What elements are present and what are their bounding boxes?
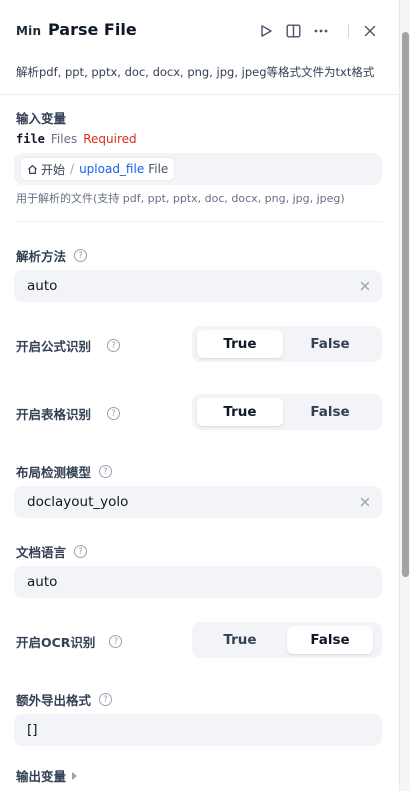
node-description[interactable]: 解析pdf, ppt, pptx, doc, docx, png, jpg, j…	[16, 64, 374, 80]
help-icon[interactable]: ?	[107, 407, 121, 420]
node-config-panel: Min Parse File 解析pdf, ppt, pptx, doc, do…	[0, 0, 400, 791]
formula-label: 开启公式识别 ?	[16, 336, 121, 355]
export-formats-label: 额外导出格式 ?	[16, 690, 113, 709]
var-type: Files	[50, 132, 78, 146]
doc-lang-label: 文档语言 ?	[16, 542, 88, 561]
panel-header: Min Parse File	[0, 0, 400, 60]
help-icon[interactable]: ?	[99, 693, 113, 706]
parse-method-label-text: 解析方法	[16, 249, 67, 264]
node-logo: Min	[16, 24, 42, 38]
output-vars-title: 输出变量	[16, 769, 67, 784]
formula-true-option[interactable]: True	[197, 330, 283, 358]
layout-model-select[interactable]: doclayout_yolo	[14, 486, 382, 518]
help-icon[interactable]: ?	[109, 635, 123, 648]
output-vars-toggle[interactable]: 输出变量	[16, 766, 78, 785]
chip-start: 开始	[27, 161, 65, 178]
parse-method-value: auto	[27, 278, 58, 294]
chip-type: File	[148, 162, 169, 176]
chip-variable: upload_file	[79, 162, 145, 176]
header-separator	[348, 24, 349, 38]
header-divider	[0, 94, 400, 95]
input-var-line: file Files Required	[16, 132, 137, 146]
ocr-true-option[interactable]: True	[197, 626, 283, 654]
required-badge: Required	[83, 132, 137, 146]
help-icon[interactable]: ?	[107, 339, 121, 352]
play-icon[interactable]	[257, 22, 275, 40]
table-true-option[interactable]: True	[197, 398, 283, 426]
file-var-selector[interactable]: 开始 / upload_file File	[14, 153, 382, 185]
caret-right-icon	[72, 771, 78, 780]
node-title[interactable]: Parse File	[48, 20, 137, 39]
clear-icon[interactable]	[358, 495, 372, 509]
chip-separator: /	[70, 162, 75, 176]
export-formats-input[interactable]: []	[14, 714, 382, 746]
ocr-toggle: True False	[192, 622, 382, 658]
split-view-icon[interactable]	[284, 22, 302, 40]
section-divider	[16, 221, 382, 222]
close-icon[interactable]	[361, 22, 379, 40]
chip-start-label: 开始	[41, 162, 66, 177]
scrollbar-thumb[interactable]	[402, 32, 409, 577]
help-icon[interactable]: ?	[99, 465, 113, 478]
ocr-label-text: 开启OCR识别	[16, 635, 96, 650]
ocr-false-option[interactable]: False	[287, 626, 373, 654]
doc-lang-label-text: 文档语言	[16, 545, 67, 560]
table-label-text: 开启表格识别	[16, 407, 92, 422]
var-name: file	[16, 132, 45, 146]
layout-model-label: 布局检测模型 ?	[16, 462, 113, 481]
layout-model-value: doclayout_yolo	[27, 494, 129, 510]
clear-icon[interactable]	[358, 279, 372, 293]
formula-toggle: True False	[192, 326, 382, 362]
export-formats-value: []	[27, 722, 38, 738]
table-label: 开启表格识别 ?	[16, 404, 121, 423]
more-icon[interactable]	[312, 22, 330, 40]
formula-label-text: 开启公式识别	[16, 339, 92, 354]
parse-method-label: 解析方法 ?	[16, 246, 88, 265]
doc-lang-value: auto	[27, 574, 58, 590]
input-vars-title: 输入变量	[16, 111, 67, 126]
formula-false-option[interactable]: False	[287, 330, 373, 358]
table-false-option[interactable]: False	[287, 398, 373, 426]
table-toggle: True False	[192, 394, 382, 430]
parse-method-select[interactable]: auto	[14, 270, 382, 302]
help-icon[interactable]: ?	[74, 545, 88, 558]
layout-model-label-text: 布局检测模型	[16, 465, 92, 480]
help-icon[interactable]: ?	[74, 249, 88, 262]
ocr-label: 开启OCR识别 ?	[16, 632, 123, 651]
home-icon	[28, 164, 37, 174]
export-formats-label-text: 额外导出格式	[16, 693, 92, 708]
input-hint: 用于解析的文件(支持 pdf, ppt, pptx, doc, docx, pn…	[16, 192, 345, 205]
doc-lang-input[interactable]: auto	[14, 566, 382, 598]
variable-chip[interactable]: 开始 / upload_file File	[20, 157, 176, 181]
